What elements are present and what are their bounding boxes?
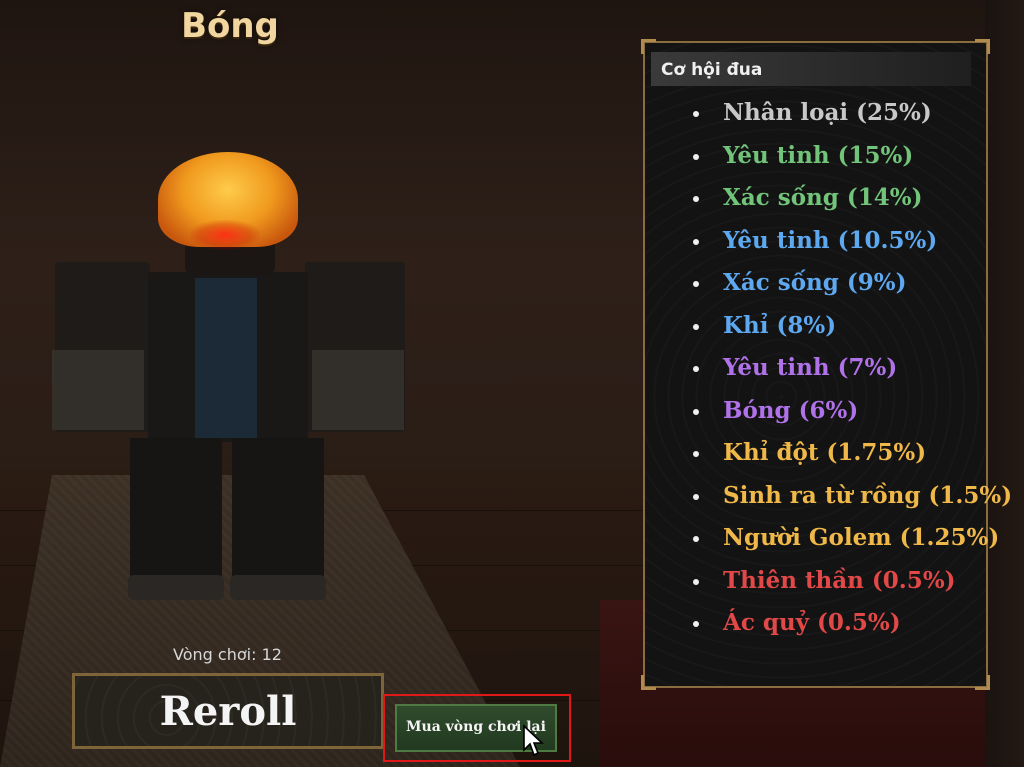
odds-item: Sinh ra từ rồng (1.5%) (645, 478, 1012, 521)
race-odds-panel: Cơ hội đua Nhân loại (25%) Yêu tinh (15%)… (641, 39, 1012, 690)
odds-item: Khỉ đột (1.75%) (645, 435, 990, 478)
bullet-icon (693, 493, 699, 500)
odds-item-label: Nhân loại (25%) (723, 99, 932, 126)
odds-item-label: Yêu tinh (7%) (723, 354, 898, 381)
bullet-icon (693, 323, 699, 330)
bullet-icon (693, 536, 699, 542)
bullet-icon (693, 153, 699, 160)
pointer-cursor-icon (523, 724, 545, 757)
bullet-icon (693, 578, 699, 585)
shirt (195, 278, 257, 438)
odds-item: Nhân loại (25%) (645, 95, 990, 138)
odds-item-label: Khỉ (8%) (723, 311, 837, 339)
odds-item-label: Ác quỷ (0.5%) (723, 609, 901, 636)
spins-remaining: Vòng chơi: 12 (173, 645, 282, 664)
bullet-icon (693, 238, 699, 245)
race-title: Bóng (181, 6, 279, 46)
odds-item: Bóng (6%) (645, 393, 990, 436)
odds-item: Thiên thần (0.5%) (645, 563, 990, 606)
panel-header: Cơ hội đua (651, 52, 971, 86)
bullet-icon (693, 408, 699, 415)
odds-item-label: Bóng (6%) (723, 396, 859, 424)
right-leg (232, 438, 324, 598)
left-leg (130, 438, 222, 598)
odds-item-label: Thiên thần (0.5%) (723, 566, 956, 594)
odds-item: Khỉ (8%) (645, 308, 990, 351)
odds-item: Xác sống (14%) (645, 180, 990, 223)
odds-item: Yêu tinh (10.5%) (645, 223, 990, 266)
bullet-icon (693, 281, 699, 287)
eye-glow (190, 220, 260, 250)
reroll-button[interactable]: Reroll (72, 673, 384, 749)
bullet-icon (693, 111, 699, 117)
odds-list: Nhân loại (25%) Yêu tinh (15%) Xác sống (1… (645, 95, 1012, 648)
odds-item: Yêu tinh (7%) (645, 350, 990, 393)
odds-item-label: Người Golem (1.25%) (723, 524, 1000, 551)
odds-item-label: Yêu tinh (15%) (723, 141, 914, 169)
panel-title: Cơ hội đua (661, 60, 763, 80)
player-character (0, 0, 405, 600)
odds-item-label: Yêu tinh (10.5%) (723, 226, 938, 254)
side-wall (985, 0, 1024, 767)
odds-item: Xác sống (9%) (645, 265, 990, 308)
odds-item-label: Xác sống (9%) (723, 269, 907, 296)
odds-item: Yêu tinh (15%) (645, 138, 990, 181)
bullet-icon (693, 196, 699, 202)
odds-item-label: Xác sống (14%) (723, 184, 923, 211)
odds-item-label: Khỉ đột (1.75%) (723, 439, 927, 466)
bullet-icon (693, 621, 699, 627)
reroll-label: Reroll (159, 688, 297, 735)
odds-item-label: Sinh ra từ rồng (1.5%) (723, 481, 1013, 509)
odds-item: Người Golem (1.25%) (645, 520, 999, 563)
bullet-icon (693, 366, 699, 372)
bullet-icon (693, 451, 699, 457)
odds-item: Ác quỷ (0.5%) (645, 605, 990, 648)
